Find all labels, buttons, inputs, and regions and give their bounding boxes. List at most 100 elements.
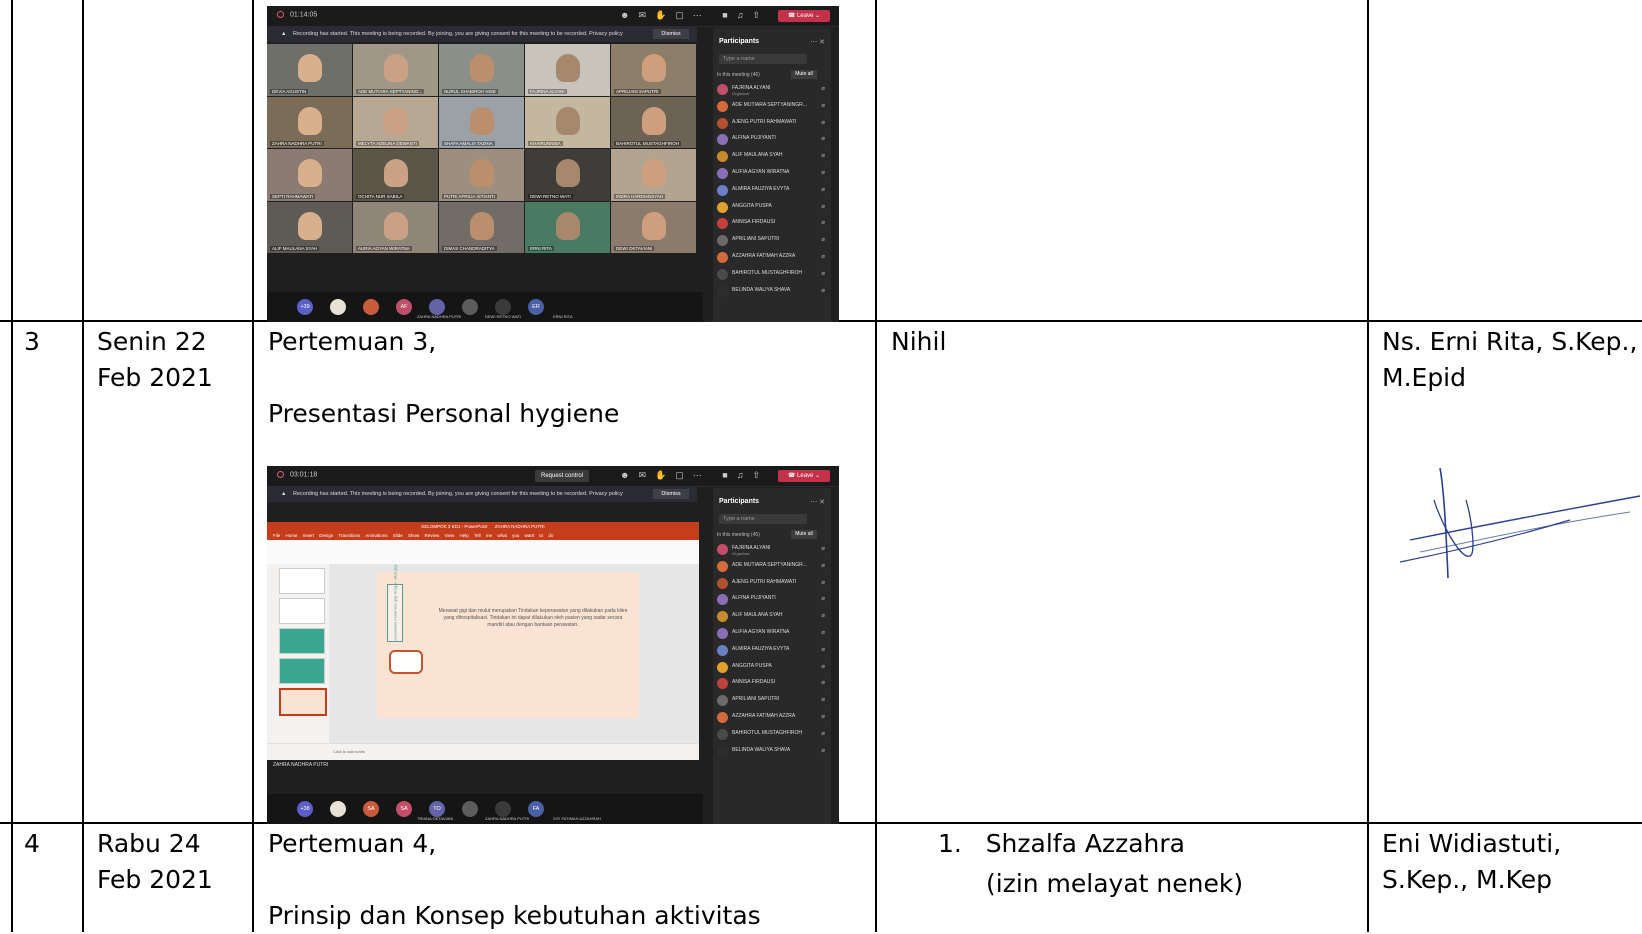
participant-avatar[interactable]: FA (528, 801, 544, 817)
participant-video-tile[interactable]: OCHITA NUR SABILA (353, 149, 438, 201)
mic-muted-icon[interactable]: ⌀ (821, 219, 825, 226)
mic-muted-icon[interactable]: ⌀ (821, 579, 825, 586)
participant-avatar[interactable] (429, 299, 445, 315)
mic-muted-icon[interactable]: ⌀ (821, 595, 825, 602)
mic-muted-icon[interactable]: ⌀ (821, 612, 825, 619)
participant-avatar[interactable]: TO (429, 801, 445, 817)
leave-button[interactable]: ☎ Leave ⌄ (778, 10, 830, 22)
slide-thumbnail-selected[interactable] (279, 688, 327, 716)
mic-muted-icon[interactable]: ⌀ (821, 663, 825, 670)
mic-muted-icon[interactable]: ⌀ (821, 713, 825, 720)
participant-video-tile[interactable]: ALIF MAULANA SYAH (267, 201, 352, 253)
mic-muted-icon[interactable]: ⌀ (821, 85, 825, 92)
participant-video-tile[interactable]: ADE MUTIARA SEPTYANING... (353, 44, 438, 96)
participant-search-input[interactable]: Type a name (719, 514, 807, 524)
mic-muted-icon[interactable]: ⌀ (821, 186, 825, 193)
participant-row[interactable]: BAHIROTUL MUSTAGHFIROH ⌀ (717, 267, 825, 284)
participant-video-tile[interactable]: DEVIA AGUSTIN (267, 44, 352, 96)
mic-muted-icon[interactable]: ⌀ (821, 730, 825, 737)
ppt-ribbon-tabs[interactable]: File Home Insert Design Transitions Anim… (267, 532, 699, 540)
leave-button[interactable]: ☎ Leave ⌄ (778, 470, 830, 482)
participant-avatar[interactable] (462, 299, 478, 315)
close-icon[interactable]: ⋯ ✕ (810, 498, 825, 506)
mute-all-button[interactable]: Mute all (791, 70, 817, 79)
mic-muted-icon[interactable]: ⌀ (821, 152, 825, 159)
participant-row[interactable]: ANGGITA PUSPA ⌀ (717, 660, 825, 677)
participant-row[interactable]: ALIF MAULANA SYAH ⌀ (717, 609, 825, 626)
participant-avatar[interactable] (495, 299, 511, 315)
participant-video-tile[interactable]: PUTRI AFRILIA ISTIANTI (439, 149, 524, 201)
participant-video-tile[interactable]: FAJRINA ALYANI (525, 44, 610, 96)
participant-row[interactable]: FAJRINA ALYANI Organizer ⌀ (717, 542, 825, 559)
participant-video-tile[interactable]: AURIA AGYAN WIRATNA (353, 201, 438, 253)
notes-hint[interactable]: Click to add notes (333, 749, 365, 754)
slide-thumbnail[interactable] (279, 598, 325, 624)
participant-avatar[interactable] (330, 801, 346, 817)
participant-video-tile[interactable]: SHAFA AMALIA TAZHIA (439, 96, 524, 148)
participant-row[interactable]: FAJRINA ALYANI Organizer ⌀ (717, 82, 825, 99)
participant-row[interactable]: ALIFIA AGYAN WIRATNA ⌀ (717, 626, 825, 643)
mic-muted-icon[interactable]: ⌀ (821, 270, 825, 277)
participant-video-tile[interactable]: ERNI RITA (525, 201, 610, 253)
request-control-button[interactable]: Request control (535, 470, 589, 482)
participant-video-tile[interactable]: MELYTA ADELINA DEWANTI (353, 96, 438, 148)
more-participants-button[interactable]: +38 (297, 801, 313, 817)
participant-row[interactable]: BELINDA WALIYA SHAVA ⌀ (717, 284, 825, 301)
mic-muted-icon[interactable]: ⌀ (821, 545, 825, 552)
mic-muted-icon[interactable]: ⌀ (821, 696, 825, 703)
participant-video-tile[interactable]: DEWI RETNO WATI (525, 149, 610, 201)
participant-video-tile[interactable]: ZAHRA NADHRA PUTRI (267, 96, 352, 148)
mic-muted-icon[interactable]: ⌀ (821, 135, 825, 142)
participant-row[interactable]: ADE MUTIARA SEPTYANINGR... ⌀ (717, 99, 825, 116)
participant-video-tile[interactable]: INDRA HARDIANSYAH (611, 149, 696, 201)
participant-row[interactable]: ALIF MAULANA SYAH ⌀ (717, 149, 825, 166)
more-participants-button[interactable]: +39 (297, 299, 313, 315)
participant-row[interactable]: ALIFIA AGYAN WIRATNA ⌀ (717, 166, 825, 183)
participant-video-tile[interactable]: DIMAS CHANDRADITYA (439, 201, 524, 253)
participant-avatar[interactable]: SA (363, 801, 379, 817)
participant-row[interactable]: BELINDA WALIYA SHAVA ⌀ (717, 744, 825, 761)
participant-row[interactable]: ANNISA FIRDAUSI ⌀ (717, 676, 825, 693)
participant-row[interactable]: ANNISA FIRDAUSI ⌀ (717, 216, 825, 233)
slide-thumbnail[interactable] (279, 658, 325, 684)
participant-video-tile[interactable]: BAHIROTUL MUSTAGHFIROH (611, 96, 696, 148)
participant-video-tile[interactable]: APRILIANI SAPUTRI (611, 44, 696, 96)
participant-row[interactable]: APRILIANI SAPUTRI ⌀ (717, 233, 825, 250)
mic-muted-icon[interactable]: ⌀ (821, 747, 825, 754)
mic-muted-icon[interactable]: ⌀ (821, 679, 825, 686)
participant-avatar[interactable]: ER (528, 299, 544, 315)
participant-avatar[interactable] (363, 299, 379, 315)
participant-row[interactable]: BAHIROTUL MUSTAGHFIROH ⌀ (717, 727, 825, 744)
participant-row[interactable]: ALMIRA FAUZIYA EVYTA ⌀ (717, 183, 825, 200)
participant-avatar[interactable]: SA (396, 801, 412, 817)
participant-video-tile[interactable]: NURUL SHABIROH NISE (439, 44, 524, 96)
participant-row[interactable]: ALMIRA FAUZIYA EVYTA ⌀ (717, 643, 825, 660)
participant-row[interactable]: ALFINA PUJIYANTI ⌀ (717, 132, 825, 149)
participant-video-tile[interactable]: KHAIRUNNISA (525, 96, 610, 148)
mic-muted-icon[interactable]: ⌀ (821, 629, 825, 636)
close-icon[interactable]: ⋯ ✕ (810, 38, 825, 46)
participant-video-tile[interactable]: SEPTI RAHMAWATI (267, 149, 352, 201)
slide-thumbnail[interactable] (279, 568, 325, 594)
participant-row[interactable]: AZZAHRA FATIMAH AZZRA ⌀ (717, 250, 825, 267)
mic-muted-icon[interactable]: ⌀ (821, 562, 825, 569)
dismiss-button[interactable]: Dismiss (653, 489, 689, 499)
participant-row[interactable]: ANGGITA PUSPA ⌀ (717, 200, 825, 217)
participant-row[interactable]: AJENG PUTRI RAHMAWATI ⌀ (717, 116, 825, 133)
mic-muted-icon[interactable]: ⌀ (821, 287, 825, 294)
participant-video-tile[interactable]: DEWI OKTAVIANI (611, 201, 696, 253)
mic-muted-icon[interactable]: ⌀ (821, 203, 825, 210)
dismiss-button[interactable]: Dismiss (653, 29, 689, 39)
participant-row[interactable]: ALFINA PUJIYANTI ⌀ (717, 592, 825, 609)
slide-thumbnail[interactable] (279, 628, 325, 654)
participant-avatar[interactable] (462, 801, 478, 817)
participant-search-input[interactable]: Type a name (719, 54, 807, 64)
participant-avatar[interactable] (495, 801, 511, 817)
mute-all-button[interactable]: Mute all (791, 530, 817, 539)
mic-muted-icon[interactable]: ⌀ (821, 119, 825, 126)
participant-row[interactable]: ADE MUTIARA SEPTYANINGR... ⌀ (717, 559, 825, 576)
participant-row[interactable]: AJENG PUTRI RAHMAWATI ⌀ (717, 576, 825, 593)
participant-avatar[interactable] (330, 299, 346, 315)
participant-avatar[interactable]: AF (396, 299, 412, 315)
slide-thumbnails[interactable] (267, 564, 329, 744)
